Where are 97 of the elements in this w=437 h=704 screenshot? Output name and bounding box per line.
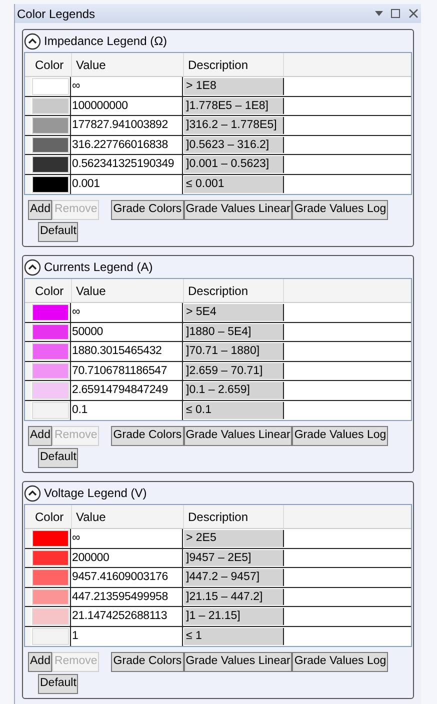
color-swatch[interactable] [32,324,69,340]
value-cell[interactable]: 447.213595499958 [71,588,183,606]
color-swatch[interactable] [32,136,69,153]
color-swatch[interactable] [32,588,69,605]
collapse-icon[interactable] [24,484,41,502]
row-header[interactable] [25,362,31,380]
description-cell: ]1 – 21.15] [184,608,284,624]
description-cell: > 1E8 [184,78,284,94]
row-header[interactable] [25,96,31,115]
toolbar-button[interactable]: Grade Values Linear [184,426,292,446]
color-swatch[interactable] [32,628,69,645]
toolbar-button[interactable]: Add [28,200,52,220]
toolbar-button[interactable]: Default [38,448,78,468]
dropdown-icon[interactable] [375,11,383,16]
color-swatch[interactable] [32,176,69,193]
column-header[interactable]: Color [31,282,71,300]
close-icon[interactable] [409,9,418,18]
toolbar-button[interactable]: Grade Colors [111,652,184,672]
value-cell[interactable]: 1880.3015465432 [71,342,183,360]
toolbar-button[interactable]: Grade Colors [111,200,184,220]
color-swatch[interactable] [32,156,69,172]
color-swatch[interactable] [32,343,69,360]
collapse-icon[interactable] [24,32,41,50]
toolbar-button[interactable]: Grade Values Linear [184,652,292,672]
description-cell: > 2E5 [184,530,284,546]
maximize-icon[interactable] [391,9,400,18]
value-cell[interactable]: ∞ [71,303,183,322]
description-cell: ]70.71 – 1880] [184,343,284,360]
toolbar-button[interactable]: Grade Values Linear [184,200,292,220]
row-header[interactable] [25,548,31,567]
color-swatch[interactable] [32,98,69,114]
value-cell[interactable]: ∞ [71,529,183,548]
value-cell[interactable]: 1 [71,626,183,646]
value-cell[interactable]: 0.001 [71,174,183,194]
description-cell: ]0.001 – 0.5623] [184,156,284,172]
color-swatch[interactable] [32,304,69,320]
row-header[interactable] [25,174,31,194]
toolbar-button[interactable]: Add [28,652,52,672]
row-header[interactable] [25,588,31,606]
row-header[interactable] [25,400,31,420]
color-swatch[interactable] [32,530,69,546]
value-cell[interactable]: 316.227766016838 [71,136,183,154]
toolbar-button[interactable]: Add [28,426,52,446]
toolbar-button[interactable]: Grade Values Log [292,426,388,446]
value-cell[interactable]: ∞ [71,77,183,96]
value-cell[interactable]: 100000000 [71,96,183,115]
color-swatch[interactable] [32,117,69,134]
description-cell: ≤ 1 [184,628,284,645]
toolbar-button[interactable]: Grade Values Log [292,652,388,672]
collapse-icon[interactable] [24,258,41,276]
value-cell[interactable]: 9457.41609003176 [71,568,183,586]
legend-title: Impedance Legend (Ω) [44,33,168,50]
description-cell: ]0.5623 – 316.2] [184,136,284,153]
column-header[interactable]: Description [183,279,283,302]
description-cell: ]1880 – 5E4] [184,324,284,340]
column-header[interactable]: Value [71,53,183,76]
color-swatch[interactable] [32,402,69,419]
row-header[interactable] [25,136,31,154]
color-swatch[interactable] [32,78,69,94]
description-cell: > 5E4 [184,304,284,320]
value-cell[interactable]: 50000 [71,322,183,341]
value-cell[interactable]: 177827.941003892 [71,116,183,134]
description-cell: ]21.15 – 447.2] [184,588,284,605]
window-title: Color Legends [17,6,96,22]
color-swatch[interactable] [32,362,69,379]
column-header[interactable]: Color [31,508,71,526]
column-header[interactable]: Description [183,53,283,76]
color-swatch[interactable] [32,569,69,586]
description-cell: ]316.2 – 1.778E5] [184,117,284,134]
column-header[interactable]: Description [183,505,283,528]
row-header[interactable] [25,322,31,341]
description-cell: ]0.1 – 2.659] [184,382,284,398]
value-cell[interactable]: 200000 [71,548,183,567]
toolbar-button[interactable]: Grade Values Log [292,200,388,220]
column-header[interactable]: Value [71,279,183,302]
toolbar-button[interactable]: Grade Colors [111,426,184,446]
description-cell: ]2.659 – 70.71] [184,362,284,379]
color-swatch[interactable] [32,382,69,398]
toolbar-button[interactable]: Default [38,222,78,242]
column-header[interactable]: Value [71,505,183,528]
value-cell[interactable]: 21.1474252688113 [71,607,183,626]
legend-title: Voltage Legend (V) [44,485,147,502]
description-cell: ]447.2 – 9457] [184,569,284,586]
row-header[interactable] [25,626,31,646]
toolbar-button[interactable]: Default [38,674,78,694]
color-swatch[interactable] [32,550,69,566]
value-cell[interactable]: 0.562341325190349 [71,155,183,174]
description-cell: ]1.778E5 – 1E8] [184,98,284,114]
description-cell: ≤ 0.1 [184,402,284,419]
value-cell[interactable]: 70.7106781186547 [71,362,183,380]
legend-title: Currents Legend (A) [44,259,153,276]
value-cell[interactable]: 0.1 [71,400,183,420]
value-cell[interactable]: 2.65914794847249 [71,381,183,400]
color-swatch[interactable] [32,608,69,624]
description-cell: ≤ 0.001 [184,176,284,193]
column-header[interactable]: Color [31,56,71,74]
description-cell: ]9457 – 2E5] [184,550,284,566]
